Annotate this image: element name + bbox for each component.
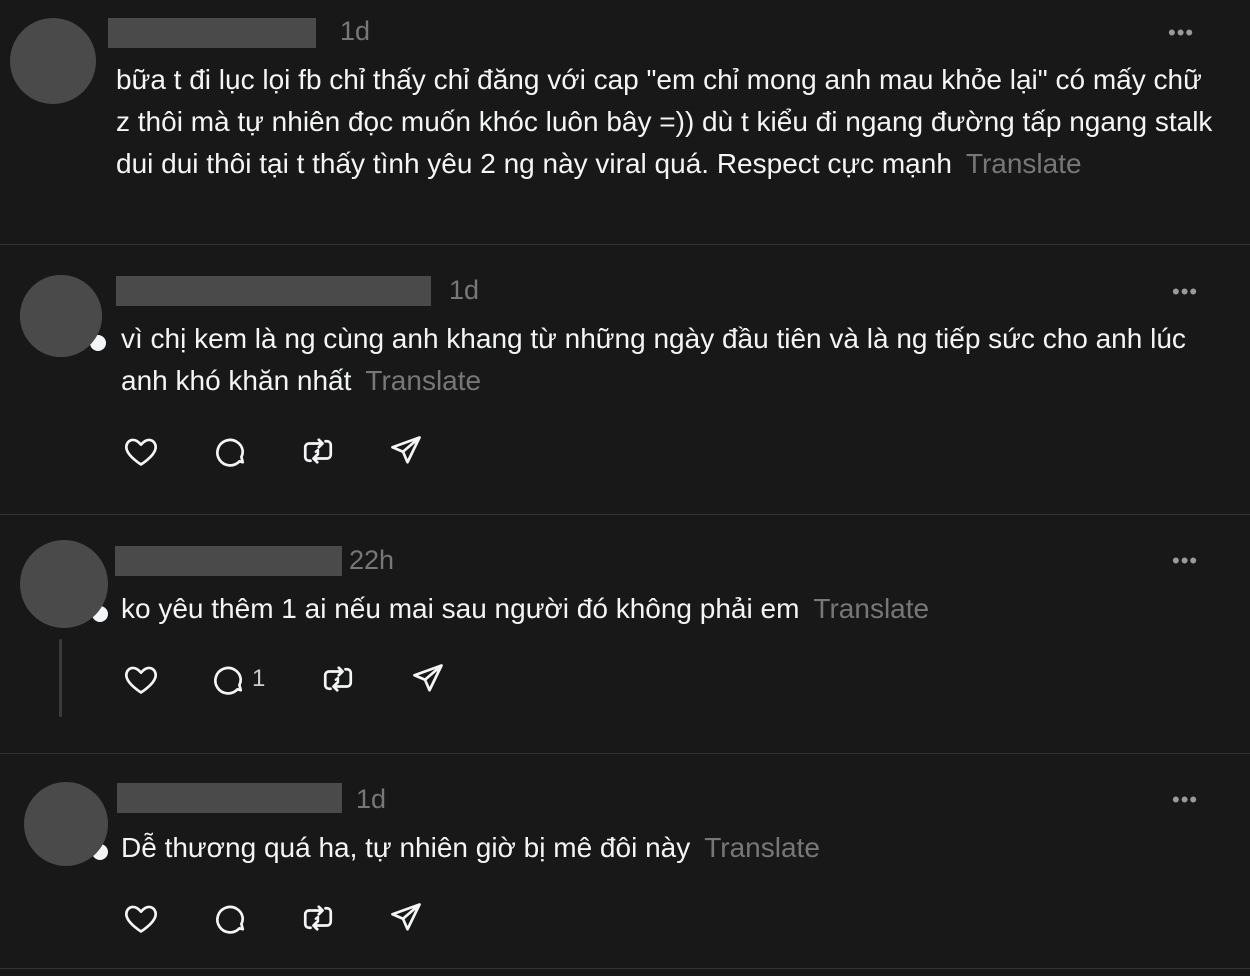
reply-button[interactable]	[212, 900, 300, 936]
timestamp: 22h	[349, 545, 395, 575]
comment-text: ko yêu thêm 1 ai nếu mai sau người đó kh…	[121, 588, 1201, 630]
more-options-button[interactable]: •••	[1172, 550, 1198, 572]
redacted-username[interactable]	[115, 546, 342, 576]
comment-feed: 1d ••• bữa t đi lục lọi fb chỉ thấy chỉ …	[0, 0, 1250, 976]
translate-link[interactable]: Translate	[365, 365, 481, 396]
heart-icon	[125, 905, 157, 933]
more-options-button[interactable]: •••	[1172, 281, 1198, 303]
reply-button[interactable]: 1	[210, 661, 320, 697]
repost-button[interactable]	[300, 900, 388, 936]
thread-line	[59, 639, 62, 717]
comment-item: 1d ••• bữa t đi lục lọi fb chỉ thấy chỉ …	[0, 0, 1250, 244]
redacted-username[interactable]	[108, 18, 316, 48]
comment-body: vì chị kem là ng cùng anh khang từ những…	[121, 323, 1186, 396]
comment-icon	[216, 905, 245, 934]
reply-count: 1	[252, 665, 266, 692]
share-icon	[391, 436, 421, 464]
comment-item: 1d ••• vì chị kem là ng cùng anh khang t…	[0, 245, 1250, 515]
avatar[interactable]	[20, 540, 108, 628]
share-button[interactable]	[410, 661, 446, 697]
action-bar: 1	[122, 660, 446, 698]
more-options-button[interactable]: •••	[1172, 789, 1198, 811]
like-button[interactable]	[122, 660, 210, 698]
avatar-wrap	[20, 540, 110, 630]
timestamp: 1d	[356, 784, 387, 814]
repost-button[interactable]	[300, 433, 388, 469]
redacted-username[interactable]	[117, 783, 342, 813]
comment-body: ko yêu thêm 1 ai nếu mai sau người đó kh…	[121, 593, 800, 624]
more-options-button[interactable]: •••	[1168, 22, 1194, 44]
comment-item: 1d ••• Dễ thương quá ha, tự nhiên giờ bị…	[0, 754, 1250, 968]
like-button[interactable]	[122, 432, 212, 470]
avatar-wrap	[20, 275, 106, 359]
like-button[interactable]	[122, 899, 212, 937]
translate-link[interactable]: Translate	[966, 148, 1082, 179]
translate-link[interactable]: Translate	[813, 593, 929, 624]
avatar[interactable]	[10, 18, 96, 104]
repost-icon	[303, 438, 333, 464]
divider	[0, 968, 1250, 969]
heart-icon	[125, 438, 157, 466]
repost-icon	[323, 666, 353, 692]
timestamp: 1d	[340, 16, 371, 46]
action-bar	[122, 899, 424, 937]
avatar-cover	[20, 275, 102, 357]
avatar[interactable]	[24, 782, 108, 866]
comment-body: Dễ thương quá ha, tự nhiên giờ bị mê đôi…	[121, 832, 691, 863]
timestamp: 1d	[449, 275, 480, 305]
share-button[interactable]	[388, 900, 424, 936]
share-icon	[391, 903, 421, 931]
comment-item: 22h ••• ko yêu thêm 1 ai nếu mai sau ngư…	[0, 515, 1250, 753]
comment-icon	[216, 438, 245, 467]
comment-text: Dễ thương quá ha, tự nhiên giờ bị mê đôi…	[121, 827, 1201, 869]
comment-icon	[214, 666, 243, 695]
comment-text: vì chị kem là ng cùng anh khang từ những…	[121, 318, 1201, 402]
repost-button[interactable]	[320, 661, 410, 697]
repost-icon	[303, 905, 333, 931]
heart-icon	[125, 666, 157, 694]
action-bar	[122, 432, 424, 470]
share-button[interactable]	[388, 433, 424, 469]
translate-link[interactable]: Translate	[704, 832, 820, 863]
comment-text: bữa t đi lục lọi fb chỉ thấy chỉ đăng vớ…	[116, 59, 1216, 185]
redacted-username[interactable]	[116, 276, 431, 306]
avatar-wrap	[24, 782, 110, 868]
share-icon	[413, 664, 443, 692]
reply-button[interactable]	[212, 433, 300, 469]
